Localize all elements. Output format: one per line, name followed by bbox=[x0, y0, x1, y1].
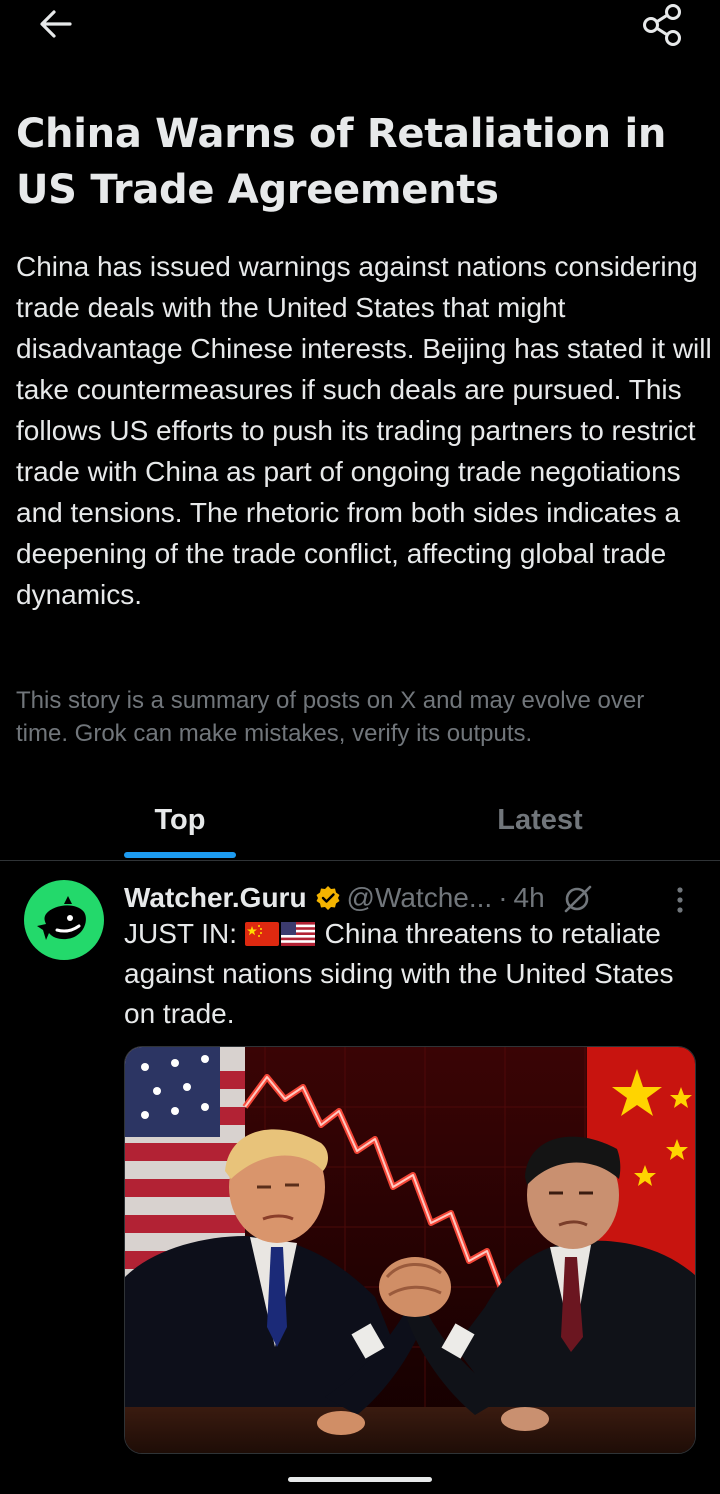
share-button[interactable] bbox=[640, 2, 686, 48]
china-flag-icon bbox=[244, 922, 279, 946]
separator-dot: · bbox=[498, 882, 508, 913]
display-name[interactable]: Watcher.Guru bbox=[124, 882, 307, 914]
home-indicator[interactable] bbox=[288, 1477, 432, 1482]
share-icon bbox=[643, 4, 681, 46]
verified-badge-icon bbox=[315, 885, 341, 911]
trade-war-illustration bbox=[125, 1047, 695, 1453]
avatar[interactable] bbox=[24, 880, 104, 960]
tab-selected-indicator bbox=[124, 852, 236, 858]
story-headline: China Warns of Retaliation in US Trade A… bbox=[16, 111, 667, 213]
more-vertical-icon bbox=[677, 887, 683, 913]
grok-disclaimer: This story is a summary of posts on X an… bbox=[16, 687, 645, 747]
us-flag-icon bbox=[280, 922, 315, 946]
post-time[interactable]: 4h bbox=[514, 882, 545, 914]
post-text: JUST IN: China threatens to retaliate ag… bbox=[124, 914, 704, 1034]
post-image[interactable] bbox=[124, 1046, 696, 1454]
post[interactable]: Watcher.Guru @Watche... · 4h JUST IN: Ch… bbox=[0, 862, 720, 1462]
story-summary: China has issued warnings against nation… bbox=[16, 251, 712, 610]
handle[interactable]: @Watche... bbox=[347, 882, 493, 914]
tab-top[interactable]: Top bbox=[0, 780, 360, 860]
grok-icon[interactable] bbox=[561, 882, 593, 914]
tab-bar: Top Latest bbox=[0, 780, 720, 861]
post-text-prefix: JUST IN: bbox=[124, 918, 238, 949]
arrow-left-icon bbox=[40, 10, 72, 38]
top-bar bbox=[0, 0, 720, 60]
back-button[interactable] bbox=[34, 4, 78, 44]
tab-top-label: Top bbox=[154, 803, 206, 836]
post-header: Watcher.Guru @Watche... · 4h bbox=[124, 878, 664, 918]
tab-latest-label: Latest bbox=[497, 803, 583, 836]
whale-logo-icon bbox=[37, 896, 86, 940]
tab-latest[interactable]: Latest bbox=[360, 780, 720, 860]
